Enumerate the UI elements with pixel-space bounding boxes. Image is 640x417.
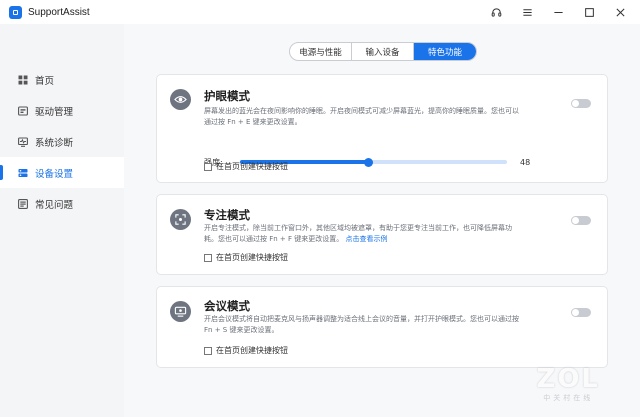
slider-handle[interactable] [363,157,373,167]
tab-special-features[interactable]: 特色功能 [414,43,476,60]
faq-icon [18,198,28,209]
focus-toggle[interactable] [571,216,591,225]
tab-power-performance[interactable]: 电源与性能 [290,43,352,60]
headset-icon[interactable] [481,0,512,24]
description-line: 通过按 Fn + E 键来更改设置。 [204,118,302,126]
minimize-icon[interactable] [543,0,574,24]
sidebar: 首页 驱动管理 系统诊断 设备设置 常见问题 [0,24,124,417]
eye-icon [170,89,191,110]
menu-icon[interactable] [512,0,543,24]
tab-bar: 电源与性能 输入设备 特色功能 [289,42,477,61]
shortcut-option[interactable]: 在首页创建快捷按钮 [204,161,288,172]
eye-care-toggle[interactable] [571,99,591,108]
shortcut-label: 在首页创建快捷按钮 [216,162,288,171]
slider-value: 48 [520,157,531,167]
shortcut-label: 在首页创建快捷按钮 [216,346,288,355]
card-description: 屏幕发出的蓝光会在夜间影响你的睡眠。开启夜间模式可减少屏幕蓝光，提高你的睡眠质量… [204,106,559,128]
sidebar-item-home[interactable]: 首页 [0,64,124,95]
meeting-card: 会议模式 开启会议模式将自动把麦克风与扬声器调整为适合线上会议的音量，并打开护眼… [156,286,608,368]
tab-input-devices[interactable]: 输入设备 [352,43,414,60]
driver-icon [18,105,28,116]
app-title: SupportAssist [28,6,90,18]
focus-icon [170,209,191,230]
meeting-toggle[interactable] [571,308,591,317]
sidebar-item-label: 常见问题 [35,199,74,211]
close-icon[interactable] [605,0,636,24]
description-line: 耗。您也可以通过按 Fn + F 键来更改设置。 点击查看示例 [204,234,559,245]
title-bar: SupportAssist [0,0,640,24]
sidebar-item-label: 设备设置 [35,168,74,180]
maximize-icon[interactable] [574,0,605,24]
sidebar-item-device-settings[interactable]: 设备设置 [0,157,124,188]
meeting-icon [170,301,191,322]
shortcut-checkbox[interactable] [204,346,212,355]
sidebar-item-drivers[interactable]: 驱动管理 [0,95,124,126]
shortcut-option[interactable]: 在首页创建快捷按钮 [204,345,288,356]
description-text: 耗。您也可以通过按 Fn + F 键来更改设置。 [204,235,344,243]
sidebar-item-label: 系统诊断 [35,137,74,149]
card-title: 护眼模式 [204,89,250,103]
watermark-logo-text: ZOL [536,364,600,394]
card-description: 开启会议模式将自动把麦克风与扬声器调整为适合线上会议的音量，并打开护眼模式。您也… [204,314,559,336]
zol-watermark: ZOL 中关村在线 [536,366,600,403]
shortcut-label: 在首页创建快捷按钮 [216,253,288,262]
device-settings-icon [18,168,28,178]
shortcut-option[interactable]: 在首页创建快捷按钮 [204,252,288,263]
description-line: 屏幕发出的蓝光会在夜间影响你的睡眠。开启夜间模式可减少屏幕蓝光，提高你的睡眠质量… [204,107,519,115]
focus-card: 专注模式 开启专注模式，除当前工作窗口外，其他区域均被遮罩，有助于您更专注当前工… [156,194,608,275]
main-content: 电源与性能 输入设备 特色功能 护眼模式 屏幕发出的蓝光会在夜间影响你的睡眠。开… [124,24,640,417]
card-title: 会议模式 [204,299,250,313]
description-line: 开启专注模式，除当前工作窗口外，其他区域均被遮罩，有助于您更专注当前工作，也可降… [204,224,512,232]
view-example-link[interactable]: 点击查看示例 [346,235,388,243]
window-controls [481,0,636,24]
eye-care-card: 护眼模式 屏幕发出的蓝光会在夜间影响你的睡眠。开启夜间模式可减少屏幕蓝光，提高你… [156,74,608,183]
shortcut-checkbox[interactable] [204,162,212,171]
shortcut-checkbox[interactable] [204,253,212,262]
description-line: Fn + S 键来更改设置。 [204,326,279,334]
app-logo-icon [9,5,22,19]
description-line: 开启会议模式将自动把麦克风与扬声器调整为适合线上会议的音量，并打开护眼模式。您也… [204,315,519,323]
diagnostic-icon [18,136,28,147]
home-grid-icon [18,75,28,85]
sidebar-item-label: 驱动管理 [35,106,74,118]
card-title: 专注模式 [204,208,250,222]
card-description: 开启专注模式，除当前工作窗口外，其他区域均被遮罩，有助于您更专注当前工作，也可降… [204,223,559,245]
watermark-subtitle: 中关村在线 [543,394,594,402]
sidebar-item-diagnostics[interactable]: 系统诊断 [0,126,124,157]
sidebar-item-label: 首页 [35,75,55,87]
sidebar-item-faq[interactable]: 常见问题 [0,188,124,219]
